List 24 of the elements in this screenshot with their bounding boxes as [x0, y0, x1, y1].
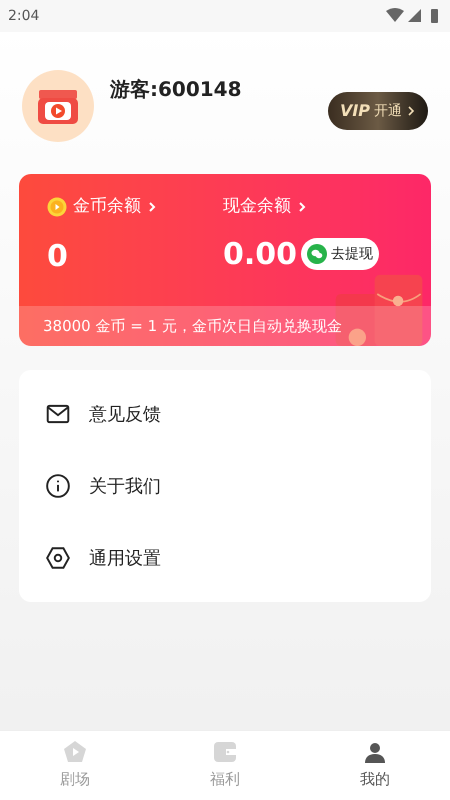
user-name: 游客:600148 [110, 76, 242, 103]
menu-item[interactable]: 通用设置 [19, 522, 431, 594]
wallet-icon [213, 740, 237, 764]
exchange-note: 38000 金币 = 1 元，金币次日自动兑换现金 [43, 316, 342, 337]
menu-item[interactable]: 意见反馈 [19, 378, 431, 450]
vip-text: VIP [340, 100, 370, 122]
chevron-icon [297, 200, 307, 213]
vip-button[interactable]: VIP 开通 [328, 92, 428, 130]
coin-icon [47, 196, 67, 217]
chat-icon [307, 244, 328, 264]
menu-item[interactable]: 关于我们 [19, 450, 431, 522]
status-time: 2:04 [8, 6, 40, 26]
chevron-icon [147, 200, 157, 213]
user-icon [363, 740, 387, 764]
nav-tab[interactable]: 我的 [300, 731, 450, 800]
info-icon [45, 473, 71, 499]
play-icon [63, 740, 87, 764]
withdraw-button[interactable]: 去提现 [301, 238, 380, 270]
chevron-icon [406, 106, 416, 116]
cash-value: 0.00 [223, 236, 298, 274]
cash-balance-link[interactable]: 现金余额 [223, 194, 380, 220]
vip-label: 开通 [374, 102, 402, 120]
settings-icon [45, 545, 71, 571]
coin-value: 0 [47, 238, 69, 276]
